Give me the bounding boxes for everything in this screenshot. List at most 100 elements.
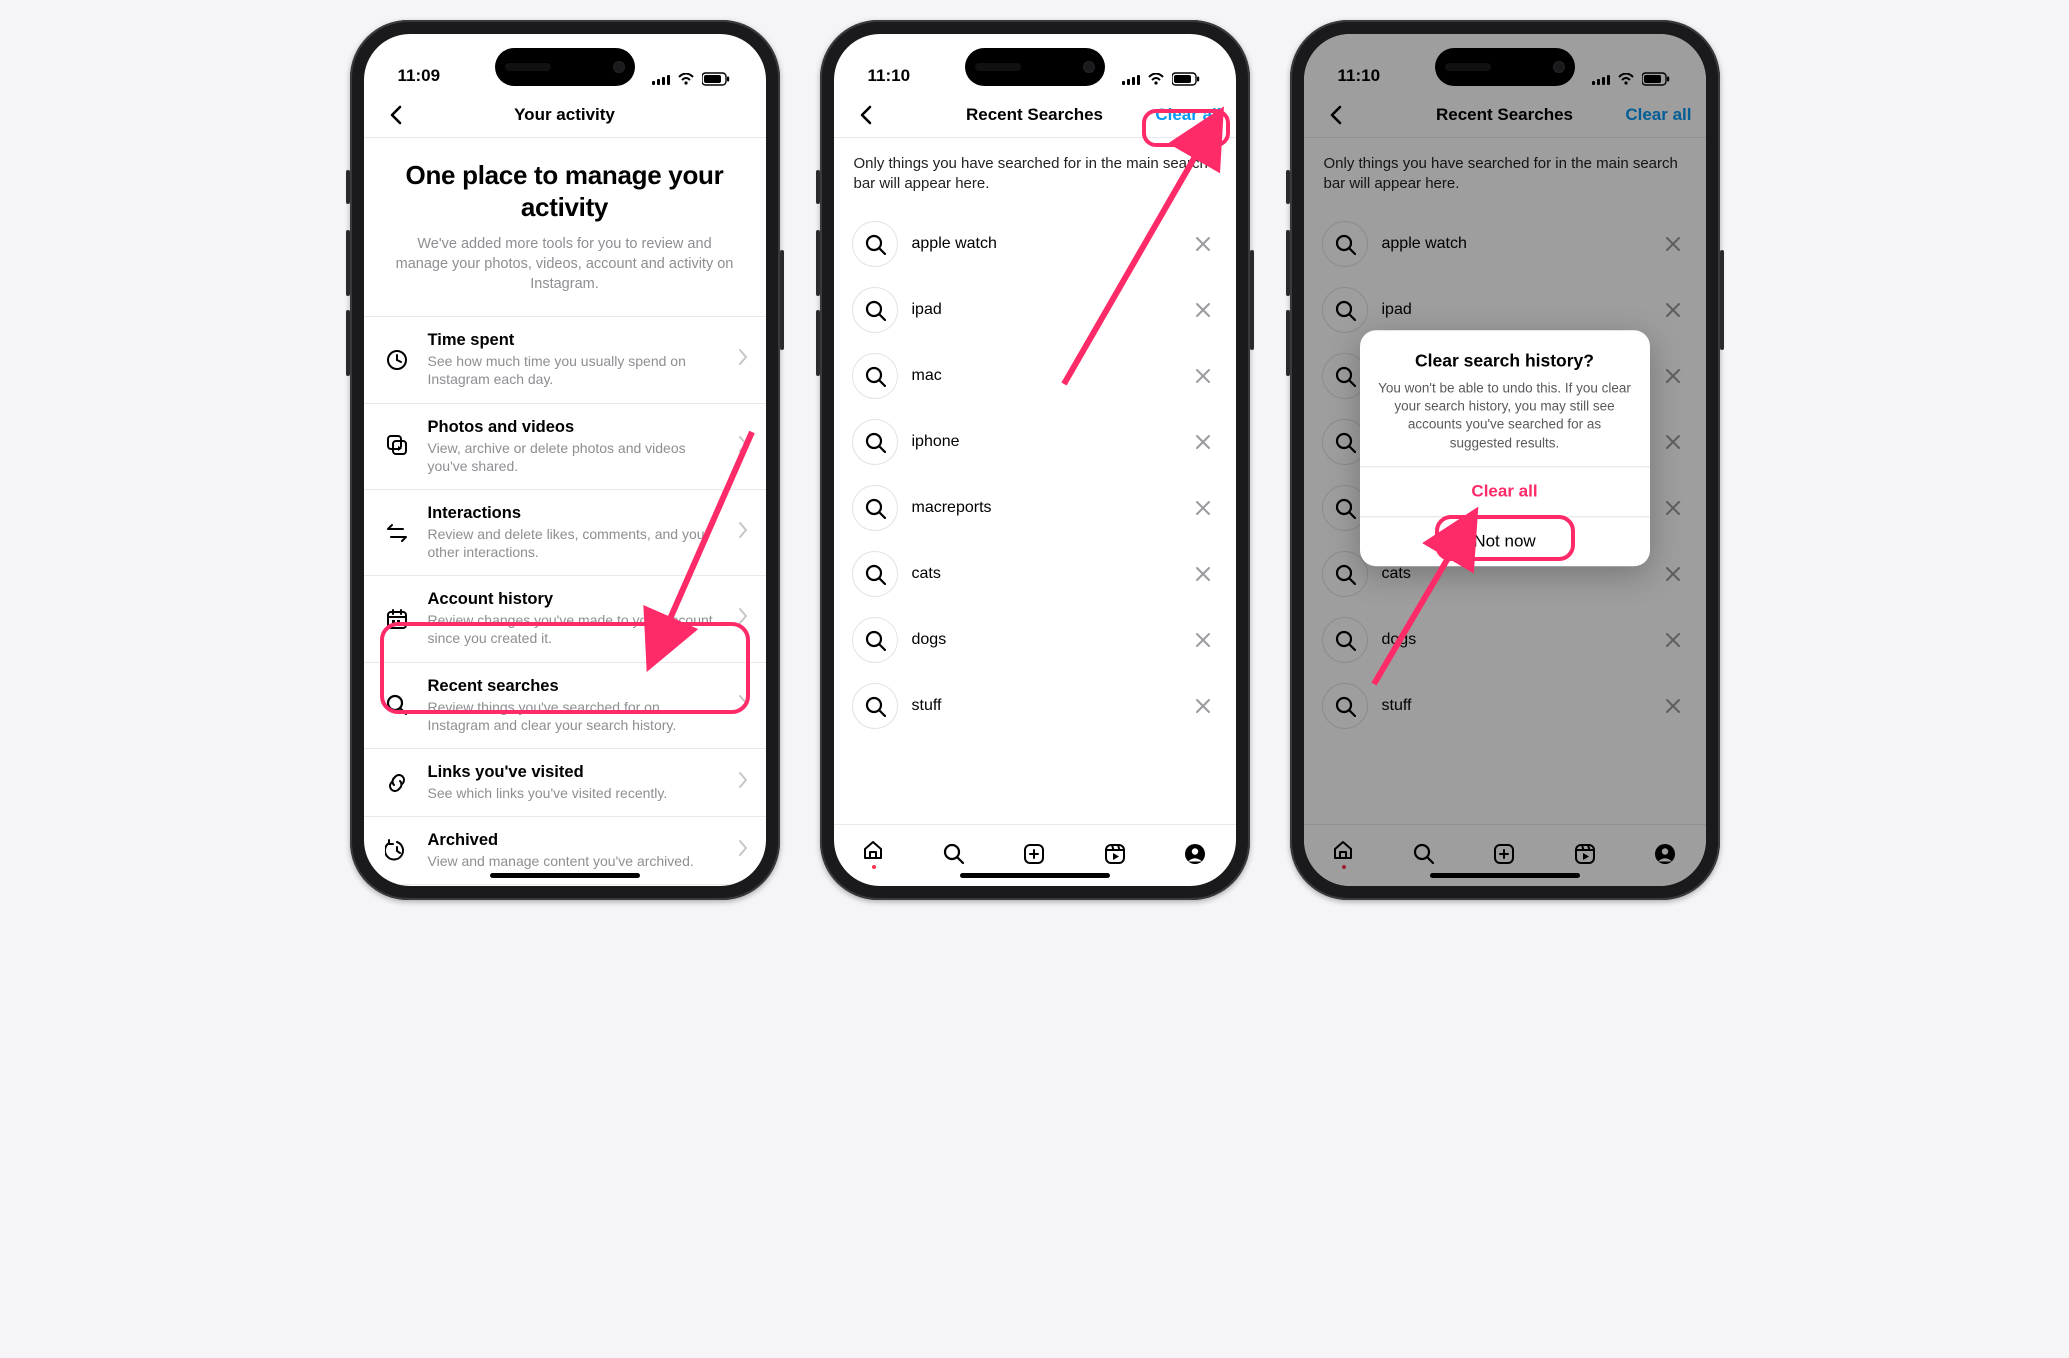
- chevron-right-icon: [738, 771, 748, 794]
- menu-item-title: Archived: [428, 831, 722, 850]
- chevron-left-icon: [387, 105, 405, 125]
- signal-icon: [1592, 73, 1612, 85]
- search-icon: [942, 842, 966, 866]
- back-button[interactable]: [846, 92, 886, 137]
- tab-reels[interactable]: [1093, 842, 1137, 866]
- search-term: ipad: [1382, 301, 1644, 319]
- profile-icon: [1653, 842, 1677, 866]
- phone-clear-dialog: 11:10 Recent Searches Clear all Only thi…: [1290, 20, 1720, 900]
- search-icon: [1322, 617, 1368, 663]
- home-icon: [1331, 838, 1357, 862]
- search-row[interactable]: mac: [848, 343, 1222, 409]
- search-row[interactable]: dogs: [1318, 607, 1692, 673]
- menu-item-account-history[interactable]: Account history Review changes you've ma…: [364, 575, 766, 661]
- search-icon: [852, 287, 898, 333]
- search-icon: [852, 683, 898, 729]
- clear-history-dialog: Clear search history? You won't be able …: [1360, 330, 1650, 566]
- tab-reels[interactable]: [1563, 842, 1607, 866]
- search-term: stuff: [912, 697, 1174, 715]
- chevron-left-icon: [857, 105, 875, 125]
- menu-item-title: Account history: [428, 590, 722, 609]
- menu-item-time-spent[interactable]: Time spent See how much time you usually…: [364, 316, 766, 402]
- delete-search-button[interactable]: [1188, 235, 1218, 253]
- home-indicator[interactable]: [960, 873, 1110, 878]
- dialog-not-now-button[interactable]: Not now: [1360, 516, 1650, 566]
- delete-search-button[interactable]: [1658, 235, 1688, 253]
- home-indicator[interactable]: [490, 873, 640, 878]
- tab-create[interactable]: [1482, 842, 1526, 866]
- dynamic-island: [495, 48, 635, 86]
- menu-item-interactions[interactable]: Interactions Review and delete likes, co…: [364, 489, 766, 575]
- search-icon: [852, 221, 898, 267]
- search-row[interactable]: cats: [848, 541, 1222, 607]
- delete-search-button[interactable]: [1188, 499, 1218, 517]
- search-row[interactable]: stuff: [1318, 673, 1692, 739]
- search-row[interactable]: apple watch: [1318, 211, 1692, 277]
- hero-subtitle: We've added more tools for you to review…: [392, 235, 738, 294]
- tab-create[interactable]: [1012, 842, 1056, 866]
- clear-all-button[interactable]: Clear all: [1155, 92, 1221, 137]
- delete-search-button[interactable]: [1658, 565, 1688, 583]
- search-icon: [1322, 221, 1368, 267]
- search-term: macreports: [912, 499, 1174, 517]
- search-icon: [852, 485, 898, 531]
- delete-search-button[interactable]: [1658, 301, 1688, 319]
- search-term: apple watch: [912, 235, 1174, 253]
- chevron-right-icon: [738, 521, 748, 544]
- tab-profile[interactable]: [1643, 842, 1687, 866]
- dialog-clear-all-button[interactable]: Clear all: [1360, 466, 1650, 516]
- nav-bar: Recent Searches Clear all: [834, 92, 1236, 138]
- signal-icon: [652, 73, 672, 85]
- menu-item-title: Recent searches: [428, 677, 722, 696]
- delete-search-button[interactable]: [1658, 499, 1688, 517]
- tab-home[interactable]: [852, 838, 896, 869]
- search-term: stuff: [1382, 697, 1644, 715]
- chevron-right-icon: [738, 607, 748, 630]
- back-button[interactable]: [1316, 92, 1356, 137]
- cal-icon: [382, 607, 412, 631]
- nav-title: Your activity: [514, 105, 615, 125]
- menu-item-recent-searches[interactable]: Recent searches Review things you've sea…: [364, 662, 766, 748]
- status-time: 11:09: [398, 66, 441, 86]
- delete-search-button[interactable]: [1188, 631, 1218, 649]
- reels-icon: [1573, 842, 1597, 866]
- search-icon: [852, 419, 898, 465]
- wifi-icon: [1618, 73, 1636, 85]
- menu-item-subtitle: Review changes you've made to your accou…: [428, 611, 722, 647]
- search-icon: [1412, 842, 1436, 866]
- search-row[interactable]: stuff: [848, 673, 1222, 739]
- search-row[interactable]: dogs: [848, 607, 1222, 673]
- delete-search-button[interactable]: [1188, 301, 1218, 319]
- delete-search-button[interactable]: [1188, 697, 1218, 715]
- home-indicator[interactable]: [1430, 873, 1580, 878]
- delete-search-button[interactable]: [1188, 433, 1218, 451]
- battery-icon: [1642, 72, 1672, 86]
- tab-search[interactable]: [932, 842, 976, 866]
- search-row[interactable]: ipad: [848, 277, 1222, 343]
- chevron-right-icon: [738, 694, 748, 717]
- hero-title: One place to manage your activity: [392, 160, 738, 223]
- menu-item-links-you-ve-visited[interactable]: Links you've visited See which links you…: [364, 748, 766, 816]
- search-row[interactable]: macreports: [848, 475, 1222, 541]
- delete-search-button[interactable]: [1658, 631, 1688, 649]
- profile-icon: [1183, 842, 1207, 866]
- clear-all-button[interactable]: Clear all: [1625, 92, 1691, 137]
- menu-item-subtitle: Review things you've searched for on Ins…: [428, 698, 722, 734]
- search-row[interactable]: apple watch: [848, 211, 1222, 277]
- tab-profile[interactable]: [1173, 842, 1217, 866]
- clock-icon: [382, 348, 412, 372]
- search-icon: [1322, 287, 1368, 333]
- menu-item-subtitle: Review and delete likes, comments, and y…: [428, 525, 722, 561]
- tab-home[interactable]: [1322, 838, 1366, 869]
- delete-search-button[interactable]: [1658, 367, 1688, 385]
- signal-icon: [1122, 73, 1142, 85]
- search-row[interactable]: iphone: [848, 409, 1222, 475]
- menu-item-photos-and-videos[interactable]: Photos and videos View, archive or delet…: [364, 403, 766, 489]
- delete-search-button[interactable]: [1658, 697, 1688, 715]
- delete-search-button[interactable]: [1188, 367, 1218, 385]
- tab-search[interactable]: [1402, 842, 1446, 866]
- back-button[interactable]: [376, 92, 416, 137]
- delete-search-button[interactable]: [1658, 433, 1688, 451]
- chevron-right-icon: [738, 348, 748, 371]
- delete-search-button[interactable]: [1188, 565, 1218, 583]
